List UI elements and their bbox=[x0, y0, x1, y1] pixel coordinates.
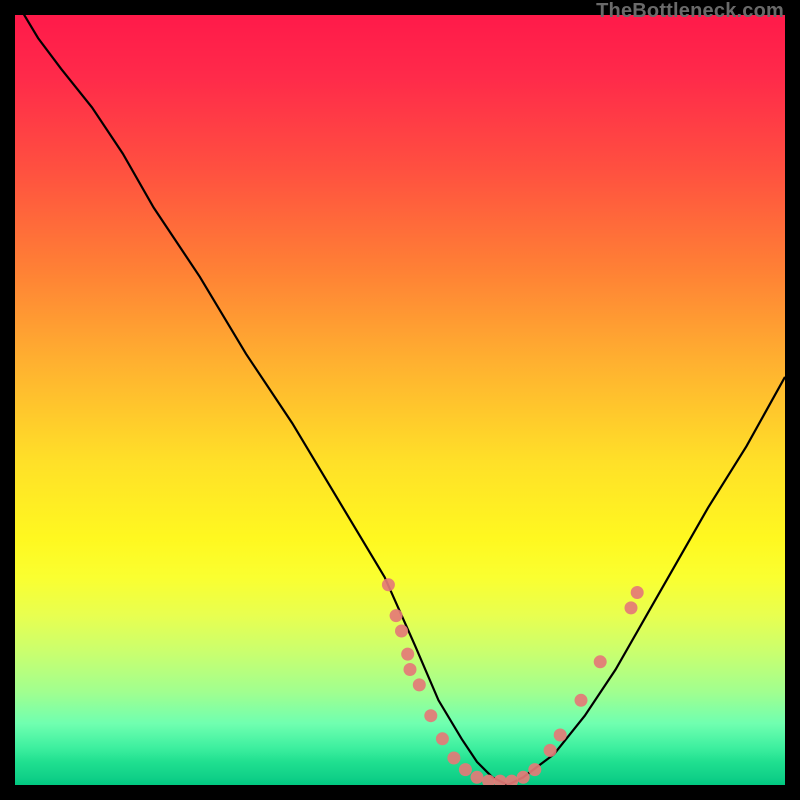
chart-background bbox=[15, 15, 785, 785]
watermark-text: TheBottleneck.com bbox=[596, 0, 784, 23]
